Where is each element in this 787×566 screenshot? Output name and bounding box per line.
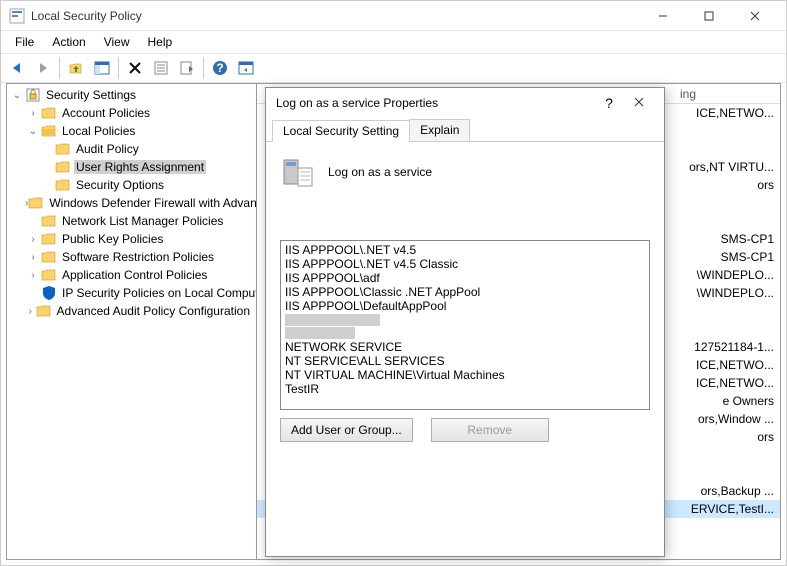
principal-row[interactable]: IIS APPPOOL\.NET v4.5 Classic: [285, 257, 645, 271]
expand-icon[interactable]: ›: [25, 108, 41, 119]
principal-row[interactable]: IIS APPPOOL\.NET v4.5: [285, 243, 645, 257]
menu-file[interactable]: File: [7, 33, 42, 51]
dialog-titlebar: Log on as a service Properties ?: [266, 88, 664, 118]
up-button[interactable]: [64, 56, 88, 80]
folder-icon: [41, 231, 57, 247]
menu-bar: File Action View Help: [1, 31, 786, 53]
toolbar: ?: [1, 53, 786, 83]
close-button[interactable]: [732, 1, 778, 31]
folder-icon: [36, 303, 52, 319]
tree-audit-policy[interactable]: Audit Policy: [7, 140, 256, 158]
app-icon: [9, 8, 25, 24]
back-button[interactable]: [5, 56, 29, 80]
forward-button[interactable]: [31, 56, 55, 80]
menu-help[interactable]: Help: [140, 33, 181, 51]
remove-button[interactable]: Remove: [431, 418, 549, 442]
tree-pane[interactable]: ⌄ Security Settings › Account Policies ⌄…: [7, 84, 257, 559]
dialog-help-button[interactable]: ?: [594, 95, 624, 111]
tab-explain[interactable]: Explain: [409, 119, 470, 141]
properties-button[interactable]: [149, 56, 173, 80]
add-user-or-group-button[interactable]: Add User or Group...: [280, 418, 413, 442]
redacted-principal[interactable]: [285, 314, 380, 326]
redacted-principal[interactable]: [285, 327, 355, 339]
folder-icon: [41, 105, 57, 121]
policy-name-label: Log on as a service: [328, 165, 432, 179]
menu-view[interactable]: View: [96, 33, 138, 51]
dialog-body: Log on as a service IIS APPPOOL\.NET v4.…: [266, 142, 664, 556]
titlebar: Local Security Policy: [1, 1, 786, 31]
folder-icon: [41, 249, 57, 265]
tree-root[interactable]: ⌄ Security Settings: [7, 86, 256, 104]
tree-selected-label: User Rights Assignment: [74, 160, 206, 174]
dialog-title: Log on as a service Properties: [276, 96, 594, 110]
help-button[interactable]: ?: [208, 56, 232, 80]
tree-nlmp[interactable]: Network List Manager Policies: [7, 212, 256, 230]
shield-icon: [41, 285, 57, 301]
expand-icon[interactable]: ›: [25, 234, 41, 245]
tree-wdf[interactable]: › Windows Defender Firewall with Advance…: [7, 194, 256, 212]
folder-icon: [41, 213, 57, 229]
principals-listbox[interactable]: IIS APPPOOL\.NET v4.5IIS APPPOOL\.NET v4…: [280, 240, 650, 410]
principal-row[interactable]: NETWORK SERVICE: [285, 340, 645, 354]
principal-row[interactable]: IIS APPPOOL\DefaultAppPool: [285, 299, 645, 313]
menu-action[interactable]: Action: [44, 33, 93, 51]
folder-icon: [55, 141, 71, 157]
tree-security-options[interactable]: Security Options: [7, 176, 256, 194]
refresh-button[interactable]: [234, 56, 258, 80]
security-settings-icon: [25, 87, 41, 103]
minimize-button[interactable]: [640, 1, 686, 31]
principal-row[interactable]: NT VIRTUAL MACHINE\Virtual Machines: [285, 368, 645, 382]
folder-open-icon: [41, 123, 57, 139]
tree-aapc[interactable]: › Advanced Audit Policy Configuration: [7, 302, 256, 320]
tree-root-label: Security Settings: [44, 88, 138, 102]
expand-icon[interactable]: ›: [25, 270, 41, 281]
tree-acp[interactable]: › Application Control Policies: [7, 266, 256, 284]
tree-ipsp[interactable]: IP Security Policies on Local Computer: [7, 284, 256, 302]
principal-row[interactable]: TestIR: [285, 382, 645, 396]
tree-account-policies[interactable]: › Account Policies: [7, 104, 256, 122]
tree-srp[interactable]: › Software Restriction Policies: [7, 248, 256, 266]
expand-icon[interactable]: ›: [25, 252, 41, 263]
tab-local-security-setting[interactable]: Local Security Setting: [272, 120, 410, 142]
tree-pkp[interactable]: › Public Key Policies: [7, 230, 256, 248]
principal-row[interactable]: IIS APPPOOL\Classic .NET AppPool: [285, 285, 645, 299]
dialog-close-button[interactable]: [624, 96, 654, 110]
folder-icon: [55, 177, 71, 193]
collapse-icon[interactable]: ⌄: [25, 126, 41, 137]
tree-local-policies[interactable]: ⌄ Local Policies: [7, 122, 256, 140]
delete-button[interactable]: [123, 56, 147, 80]
dialog-tabs: Local Security Setting Explain: [266, 118, 664, 142]
folder-icon: [41, 267, 57, 283]
export-list-button[interactable]: [175, 56, 199, 80]
maximize-button[interactable]: [686, 1, 732, 31]
expand-icon[interactable]: ›: [25, 306, 36, 317]
show-hide-tree-button[interactable]: [90, 56, 114, 80]
principal-row[interactable]: IIS APPPOOL\adf: [285, 271, 645, 285]
collapse-icon[interactable]: ⌄: [9, 90, 25, 101]
svg-text:?: ?: [216, 61, 223, 75]
folder-icon: [28, 195, 44, 211]
list-column-2: ing: [680, 87, 780, 101]
tree-user-rights-assignment[interactable]: User Rights Assignment: [7, 158, 256, 176]
properties-dialog: Log on as a service Properties ? Local S…: [265, 87, 665, 557]
folder-icon: [55, 159, 71, 175]
window-title: Local Security Policy: [31, 9, 640, 23]
policy-icon: [280, 154, 316, 190]
principal-row[interactable]: NT SERVICE\ALL SERVICES: [285, 354, 645, 368]
